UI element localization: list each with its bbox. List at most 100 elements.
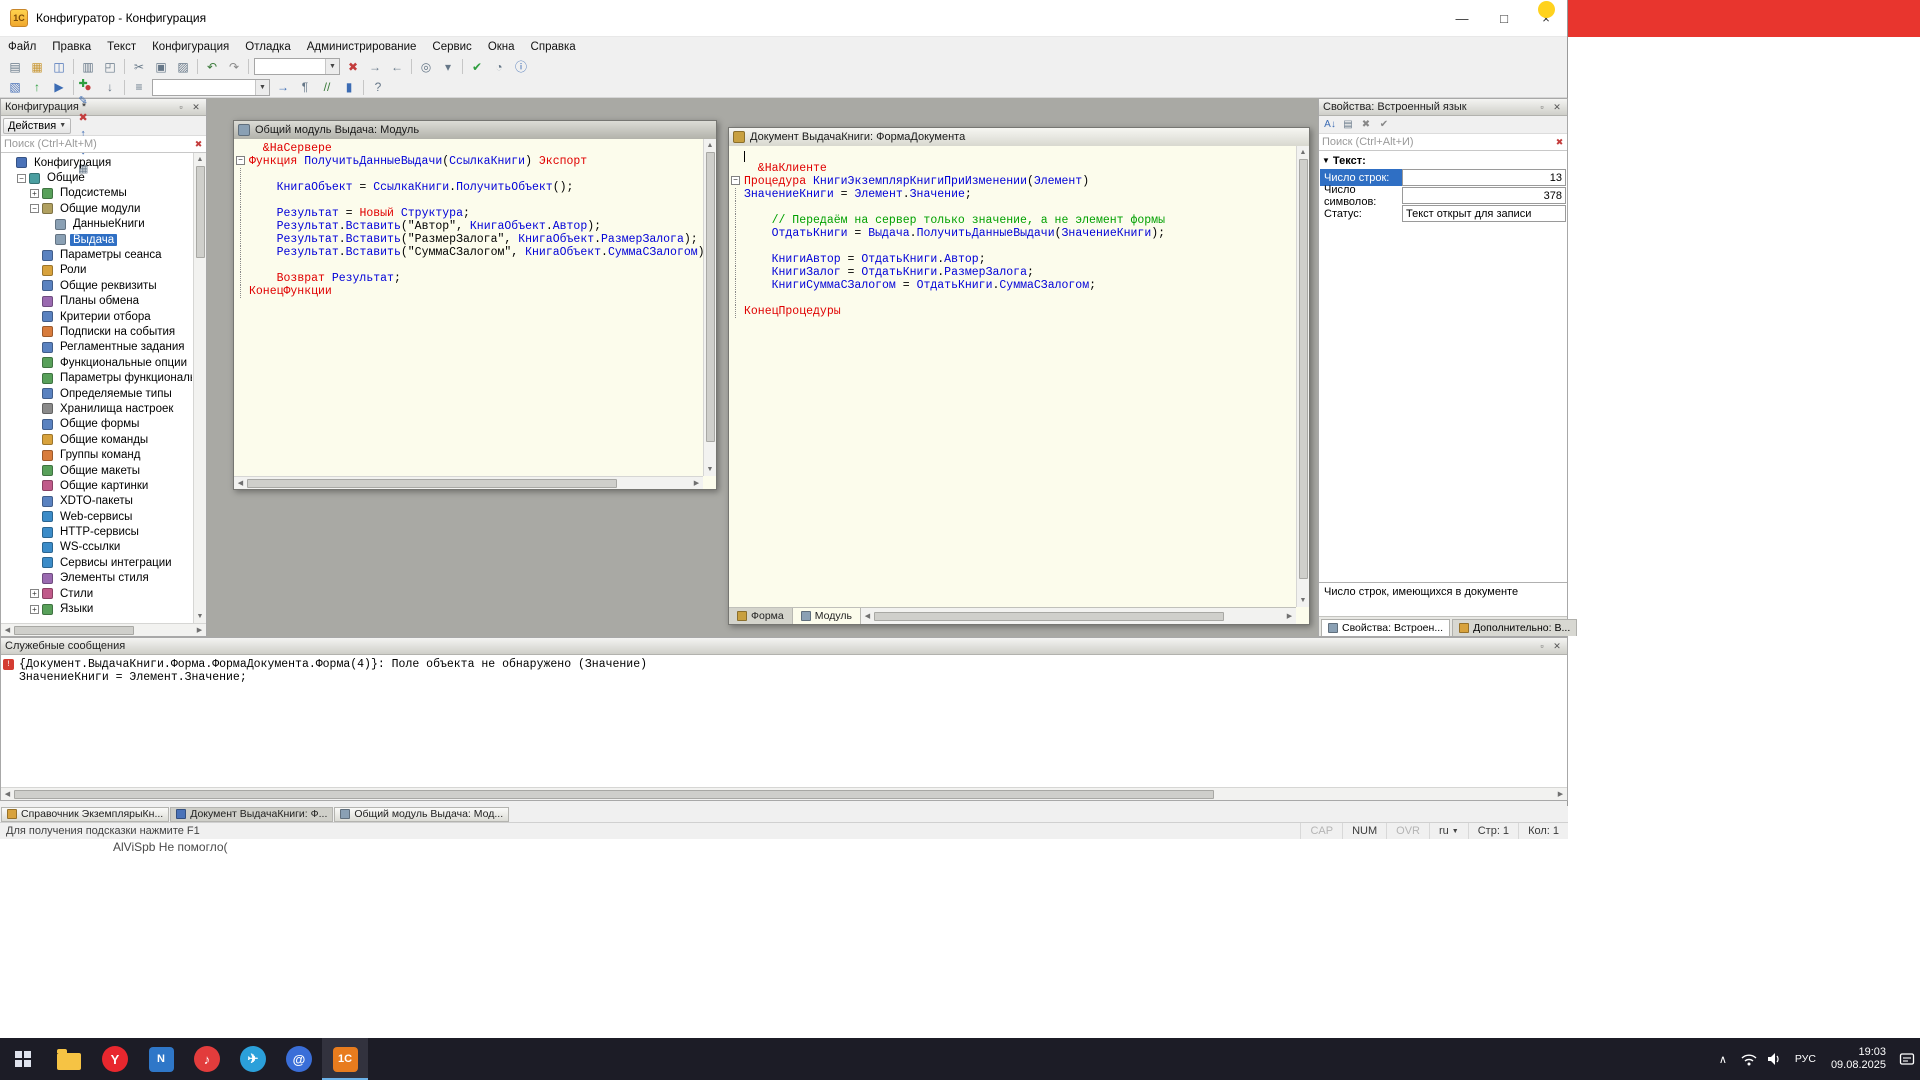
- properties-tab-1[interactable]: Дополнительно: В...: [1452, 619, 1577, 636]
- code-line[interactable]: [731, 201, 1296, 214]
- find-previous-icon[interactable]: ←: [386, 57, 408, 76]
- categories-icon[interactable]: ▤: [1339, 116, 1357, 133]
- taskbar-language[interactable]: РУС: [1788, 1053, 1823, 1065]
- onec-icon[interactable]: 1С: [322, 1038, 368, 1080]
- sort-alpha-icon[interactable]: А↓: [1321, 116, 1339, 133]
- clear-filter-icon[interactable]: ✖: [1357, 116, 1375, 133]
- tree-item[interactable]: Общие формы: [1, 417, 192, 432]
- media-app-icon[interactable]: ♪: [184, 1038, 230, 1080]
- pin-icon[interactable]: ▫: [1536, 101, 1548, 113]
- print-icon[interactable]: ▥: [77, 57, 99, 76]
- close-icon[interactable]: ✕: [1551, 101, 1563, 113]
- procedures-combo[interactable]: ▼: [152, 79, 270, 96]
- collapse-icon[interactable]: −: [236, 156, 245, 165]
- menu-item-8[interactable]: Справка: [523, 39, 584, 55]
- tree-item[interactable]: Общие реквизиты: [1, 278, 192, 293]
- redo-icon[interactable]: ↷: [223, 57, 245, 76]
- tree-item[interactable]: −Общие: [1, 170, 192, 185]
- open-config-icon[interactable]: ▧: [4, 78, 26, 97]
- expand-icon[interactable]: +: [30, 589, 39, 598]
- collapse-icon[interactable]: −: [731, 176, 740, 185]
- property-value[interactable]: 13: [1402, 169, 1566, 186]
- tree-item[interactable]: ДанныеКниги: [1, 217, 192, 232]
- module-editor-window[interactable]: Общий модуль Выдача: Модуль &НаСервере−Ф…: [233, 120, 717, 490]
- form-module-editor-window[interactable]: Документ ВыдачаКниги: ФормаДокумента &На…: [728, 127, 1310, 625]
- code-line[interactable]: Результат.Вставить("Автор", КнигаОбъект.…: [236, 220, 703, 233]
- scroll-right-icon[interactable]: ▶: [1283, 610, 1296, 623]
- scrollbar-thumb[interactable]: [706, 152, 715, 442]
- code-line[interactable]: ЗначениеКниги = Элемент.Значение;: [731, 188, 1296, 201]
- editor2-title-bar[interactable]: Документ ВыдачаКниги: ФормаДокумента: [729, 128, 1309, 146]
- code-line[interactable]: Результат.Вставить("РазмерЗалога", Книга…: [236, 233, 703, 246]
- messages-horizontal-scrollbar[interactable]: ◀ ▶: [1, 787, 1567, 800]
- undo-icon[interactable]: ↶: [201, 57, 223, 76]
- scrollbar-thumb[interactable]: [1299, 159, 1308, 579]
- code-editor-icon[interactable]: N: [138, 1038, 184, 1080]
- cut-icon[interactable]: ✂: [128, 57, 150, 76]
- window-tab-1[interactable]: Документ ВыдачаКниги: Ф...: [170, 807, 333, 822]
- debug-start-icon[interactable]: ▶: [48, 78, 70, 97]
- print-preview-icon[interactable]: ◰: [99, 57, 121, 76]
- property-row[interactable]: Статус:Текст открыт для записи: [1320, 205, 1566, 222]
- close-icon[interactable]: ✕: [1551, 640, 1563, 652]
- check-syntax-icon[interactable]: ✔: [466, 57, 488, 76]
- menu-item-5[interactable]: Администрирование: [299, 39, 425, 55]
- scroll-right-icon[interactable]: ▶: [1554, 788, 1567, 801]
- minimize-button[interactable]: —: [1441, 0, 1483, 36]
- maximize-button[interactable]: □: [1483, 0, 1525, 36]
- tree-item[interactable]: Подписки на события: [1, 324, 192, 339]
- code-line[interactable]: [236, 259, 703, 272]
- code-line[interactable]: ОтдатьКниги = Выдача.ПолучитьДанныеВыдач…: [731, 227, 1296, 240]
- code-editor-form-module[interactable]: &НаКлиенте−Процедура КнигиЭкземплярКниги…: [729, 146, 1296, 607]
- code-line[interactable]: &НаКлиенте: [731, 162, 1296, 175]
- network-icon[interactable]: [1736, 1038, 1762, 1080]
- tree-item[interactable]: Сервисы интеграции: [1, 555, 192, 570]
- code-line[interactable]: Результат.Вставить("СуммаСЗалогом", Книг…: [236, 246, 703, 259]
- procedures-combo-input[interactable]: [153, 81, 255, 94]
- scrollbar-thumb[interactable]: [874, 612, 1224, 621]
- vertical-scrollbar[interactable]: ▲ ▼: [703, 139, 716, 476]
- code-line[interactable]: // Передаём на сервер только значение, а…: [731, 214, 1296, 227]
- format-marks-icon[interactable]: ¶: [294, 78, 316, 97]
- scrollbar-thumb[interactable]: [247, 479, 617, 488]
- step-over-icon[interactable]: ↓: [99, 78, 121, 97]
- collapse-icon[interactable]: −: [30, 204, 39, 213]
- tree-item[interactable]: WS-ссылки: [1, 540, 192, 555]
- procedures-list-icon[interactable]: ≡: [128, 78, 150, 97]
- code-line[interactable]: [236, 194, 703, 207]
- new-document-icon[interactable]: ▤: [4, 57, 26, 76]
- mail-app-icon[interactable]: @: [276, 1038, 322, 1080]
- scroll-left-icon[interactable]: ◀: [861, 610, 874, 623]
- message-line[interactable]: !{Документ.ВыдачаКниги.Форма.ФормаДокуме…: [3, 658, 1565, 671]
- scroll-down-icon[interactable]: ▼: [704, 463, 717, 476]
- chevron-down-icon[interactable]: ▼: [325, 59, 339, 74]
- yandex-browser-icon[interactable]: Y: [92, 1038, 138, 1080]
- tree-item[interactable]: Параметры функциональных опц: [1, 370, 192, 385]
- info-icon[interactable]: ⓘ: [510, 57, 532, 76]
- code-line[interactable]: Результат = Новый Структура;: [236, 207, 703, 220]
- expand-icon[interactable]: +: [30, 605, 39, 614]
- code-line[interactable]: −Функция ПолучитьДанныеВыдачи(СсылкаКниг…: [236, 155, 703, 168]
- code-line[interactable]: КнигаОбъект = СсылкаКниги.ПолучитьОбъект…: [236, 181, 703, 194]
- code-line[interactable]: [731, 149, 1296, 162]
- apply-icon[interactable]: ✔: [1375, 116, 1393, 133]
- tree-item[interactable]: XDTO-пакеты: [1, 494, 192, 509]
- telegram-icon[interactable]: ✈: [230, 1038, 276, 1080]
- quick-search-combo-input[interactable]: [255, 60, 325, 73]
- tree-item[interactable]: Критерии отбора: [1, 309, 192, 324]
- tree-item[interactable]: +Стили: [1, 586, 192, 601]
- bookmark-icon[interactable]: ▮: [338, 78, 360, 97]
- clear-search-icon[interactable]: ✖: [342, 57, 364, 76]
- comment-block-icon[interactable]: //: [316, 78, 338, 97]
- property-row[interactable]: Число символов:378: [1320, 187, 1566, 204]
- tree-item[interactable]: Определяемые типы: [1, 386, 192, 401]
- scroll-right-icon[interactable]: ▶: [690, 477, 703, 490]
- menu-item-4[interactable]: Отладка: [237, 39, 298, 55]
- editor-tab-1[interactable]: Модуль: [793, 608, 861, 624]
- menu-item-3[interactable]: Конфигурация: [144, 39, 237, 55]
- tree-item[interactable]: Роли: [1, 263, 192, 278]
- tree-item[interactable]: Хранилища настроек: [1, 401, 192, 416]
- clear-search-icon[interactable]: ✖: [1552, 137, 1567, 148]
- quick-search-combo[interactable]: ▼: [254, 58, 340, 75]
- open-icon[interactable]: ▦: [26, 57, 48, 76]
